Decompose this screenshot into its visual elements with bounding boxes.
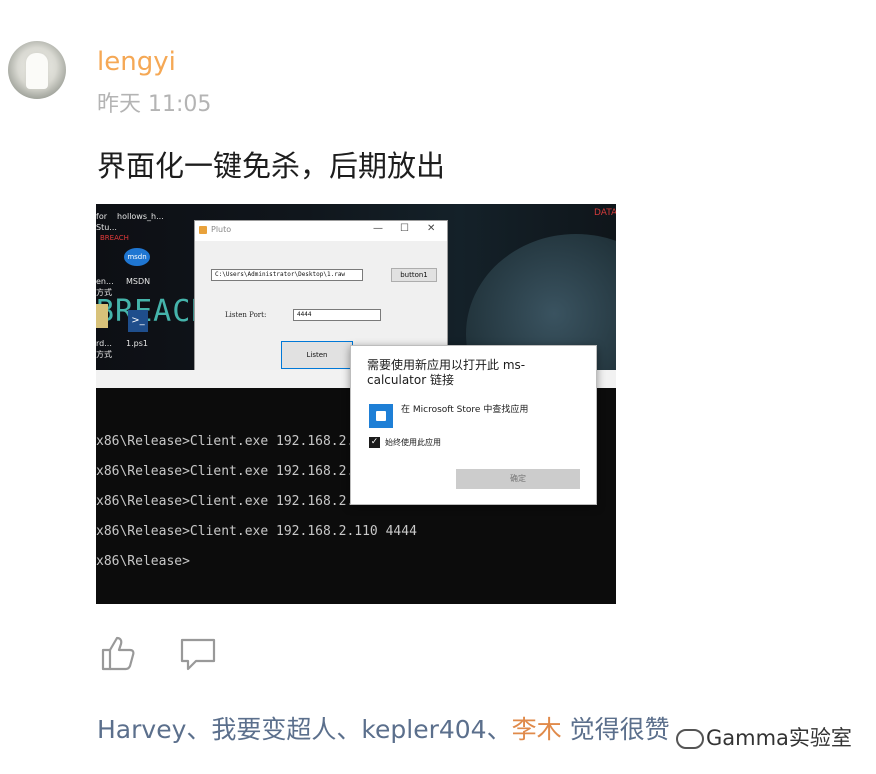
listen-port-label: Listen Port: <box>225 311 267 319</box>
close-icon[interactable]: ✕ <box>427 223 435 234</box>
liker-name[interactable]: kepler404 <box>361 715 486 744</box>
console-line: x86\Release>Client.exe 192.168.2.1 <box>96 434 363 449</box>
msdn-icon[interactable]: msdn <box>124 248 150 266</box>
post-content: 界面化一键免杀，后期放出 <box>97 149 446 183</box>
separator: 、 <box>336 715 362 744</box>
liker-name[interactable]: Harvey <box>97 715 186 744</box>
data-corner-text: DATA <box>594 208 616 218</box>
listen-port-input[interactable]: 4444 <box>293 309 381 321</box>
desktop-text-for: for <box>96 212 107 221</box>
path-input[interactable]: C:\Users\Administrator\Desktop\1.raw <box>211 269 363 281</box>
post-image[interactable]: for hollows_h... Stu... BREACH DATA msdn… <box>96 204 616 604</box>
pluto-title: Pluto <box>211 225 232 234</box>
ps1-label: 1.ps1 <box>126 339 148 348</box>
app-icon <box>199 226 207 234</box>
liker-name[interactable]: 李木 <box>512 715 562 744</box>
minimize-icon[interactable]: — <box>373 223 383 234</box>
shortcut-label-en: en... <box>96 277 114 286</box>
separator: 、 <box>486 715 512 744</box>
pluto-titlebar[interactable]: Pluto — ☐ ✕ <box>195 221 447 241</box>
msdn-label: MSDN <box>126 277 151 286</box>
file-icon[interactable] <box>96 304 108 328</box>
console-prompt: x86\Release> <box>96 554 190 569</box>
wechat-icon <box>676 729 704 749</box>
microsoft-store-icon[interactable] <box>369 404 393 428</box>
watermark: Gamma实验室 <box>676 722 852 752</box>
likes-list: Harvey、我要变超人、kepler404、李木 觉得很赞 <box>97 710 670 746</box>
post-time: 昨天 11:05 <box>97 92 212 117</box>
shortcut-label-method2: 方式 <box>96 350 112 359</box>
desktop-text-hollows: hollows_h... <box>117 212 164 221</box>
dialog-title: 需要使用新应用以打开此 ms-calculator 链接 <box>367 358 526 387</box>
store-option[interactable]: 在 Microsoft Store 中查找应用 <box>401 402 528 415</box>
breach-small-text: BREACH <box>100 234 129 242</box>
ok-button[interactable]: 确定 <box>456 469 580 489</box>
always-use-label: 始终使用此应用 <box>385 438 441 447</box>
shortcut-label-rd: rd... <box>96 339 112 348</box>
console-line: x86\Release>Client.exe 192.168.2.1 <box>96 464 363 479</box>
thumbs-up-icon[interactable] <box>100 634 138 672</box>
avatar[interactable] <box>8 41 66 99</box>
username[interactable]: lengyi <box>97 47 176 77</box>
separator: 、 <box>186 715 212 744</box>
likes-suffix: 觉得很赞 <box>569 715 670 744</box>
listen-button[interactable]: Listen <box>281 341 353 369</box>
desktop-text-stu: Stu... <box>96 223 117 232</box>
open-app-dialog[interactable]: 需要使用新应用以打开此 ms-calculator 链接 在 Microsoft… <box>350 345 597 505</box>
console-line: x86\Release>Client.exe 192.168.2.110 444… <box>96 524 417 539</box>
watermark-text: Gamma实验室 <box>706 726 852 750</box>
powershell-icon[interactable]: >_ <box>128 310 148 332</box>
always-use-checkbox[interactable]: ✓ <box>369 437 380 448</box>
maximize-icon[interactable]: ☐ <box>400 223 409 234</box>
comment-bubble-icon[interactable] <box>179 636 217 672</box>
liker-name[interactable]: 我要变超人 <box>211 715 336 744</box>
button1[interactable]: button1 <box>391 268 437 282</box>
